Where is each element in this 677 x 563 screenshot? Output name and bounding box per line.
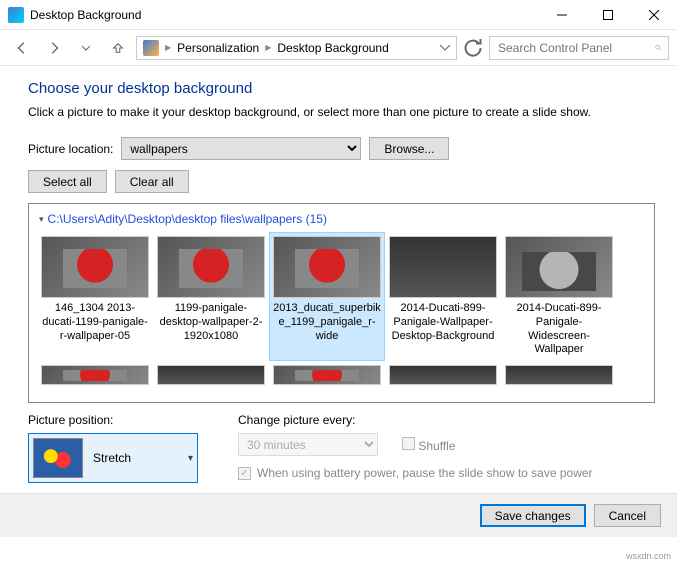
position-value: Stretch (93, 451, 178, 465)
breadcrumb-desktop-background[interactable]: Desktop Background (273, 37, 392, 59)
minimize-button[interactable] (539, 0, 585, 30)
thumbnail-image (273, 236, 381, 298)
footer: Save changes Cancel (0, 493, 677, 537)
battery-checkbox: ✓ (238, 467, 251, 480)
thumbnail-caption: 2013_ducati_superbike_1199_panigale_r-wi… (273, 302, 381, 343)
forward-button[interactable] (40, 35, 68, 61)
thumbnail-image (41, 236, 149, 298)
maximize-button[interactable] (585, 0, 631, 30)
chevron-right-icon: ▶ (263, 43, 273, 52)
wallpaper-thumb[interactable] (501, 361, 617, 393)
select-all-button[interactable]: Select all (28, 170, 107, 193)
page-subtitle: Click a picture to make it your desktop … (28, 105, 655, 119)
position-preview-icon (33, 438, 83, 478)
thumbnail-image (157, 236, 265, 298)
wallpaper-thumb[interactable] (385, 361, 501, 393)
page-title: Choose your desktop background (28, 80, 655, 97)
wallpaper-thumb[interactable]: 2014-Ducati-899-Panigale-Widescreen-Wall… (501, 232, 617, 361)
thumbnail-image (157, 365, 265, 385)
address-bar[interactable]: ▶ Personalization ▶ Desktop Background (136, 36, 457, 60)
save-changes-button[interactable]: Save changes (480, 504, 586, 527)
thumbnail-image (389, 236, 497, 298)
picture-location-label: Picture location: (28, 142, 113, 156)
location-icon (143, 40, 159, 56)
wallpaper-thumb-selected[interactable]: ✓ 2013_ducati_superbike_1199_panigale_r-… (269, 232, 385, 361)
thumbnail-caption: 2014-Ducati-899-Panigale-Widescreen-Wall… (505, 302, 613, 357)
content: Choose your desktop background Click a p… (0, 66, 677, 493)
thumbnail-image (389, 365, 497, 385)
picture-position-label: Picture position: (28, 413, 198, 427)
picture-location-select[interactable]: wallpapers (121, 137, 361, 160)
breadcrumb-personalization[interactable]: Personalization (173, 37, 263, 59)
change-every-select: 30 minutes (238, 433, 378, 456)
wallpaper-panel: ▾ C:\Users\Adity\Desktop\desktop files\w… (28, 203, 655, 403)
shuffle-label: Shuffle (418, 439, 455, 453)
shuffle-checkbox (402, 437, 415, 450)
wallpaper-scroll[interactable]: ▾ C:\Users\Adity\Desktop\desktop files\w… (29, 204, 654, 402)
folder-path: C:\Users\Adity\Desktop\desktop files\wal… (48, 212, 327, 226)
battery-label: When using battery power, pause the slid… (257, 466, 593, 480)
wallpaper-thumb[interactable]: 2014-Ducati-899-Panigale-Wallpaper-Deskt… (385, 232, 501, 361)
browse-button[interactable]: Browse... (369, 137, 449, 160)
thumbnail-image (505, 365, 613, 385)
window-title: Desktop Background (30, 8, 539, 22)
chevron-down-icon: ▾ (188, 453, 193, 464)
chevron-down-icon: ▾ (39, 214, 44, 225)
navbar: ▶ Personalization ▶ Desktop Background (0, 30, 677, 66)
thumbnail-caption: 146_1304 2013-ducati-1199-panigale-r-wal… (41, 302, 149, 343)
thumbnail-caption: 1199-panigale-desktop-wallpaper-2-1920x1… (157, 302, 265, 343)
app-icon (8, 7, 24, 23)
thumbnail-image (273, 365, 381, 385)
titlebar: Desktop Background (0, 0, 677, 30)
clear-all-button[interactable]: Clear all (115, 170, 189, 193)
thumbnail-image (41, 365, 149, 385)
picture-position-select[interactable]: Stretch ▾ (28, 433, 198, 483)
chevron-down-icon[interactable] (440, 43, 450, 53)
thumbnail-caption: 2014-Ducati-899-Panigale-Wallpaper-Deskt… (389, 302, 497, 343)
search-icon (655, 42, 662, 54)
wallpaper-thumb[interactable] (153, 361, 269, 393)
close-button[interactable] (631, 0, 677, 30)
up-button[interactable] (104, 35, 132, 61)
search-input[interactable] (496, 40, 655, 56)
recent-button[interactable] (72, 35, 100, 61)
back-button[interactable] (8, 35, 36, 61)
thumbnail-image (505, 236, 613, 298)
watermark: wsxdn.com (626, 551, 671, 561)
wallpaper-thumb[interactable]: 1199-panigale-desktop-wallpaper-2-1920x1… (153, 232, 269, 361)
chevron-right-icon: ▶ (163, 43, 173, 52)
search-box[interactable] (489, 36, 669, 60)
change-every-label: Change picture every: (238, 413, 593, 427)
wallpaper-thumb[interactable]: 146_1304 2013-ducati-1199-panigale-r-wal… (37, 232, 153, 361)
wallpaper-thumb[interactable] (269, 361, 385, 393)
cancel-button[interactable]: Cancel (594, 504, 661, 527)
folder-header[interactable]: ▾ C:\Users\Adity\Desktop\desktop files\w… (37, 210, 646, 232)
wallpaper-thumb[interactable] (37, 361, 153, 393)
refresh-button[interactable] (461, 36, 485, 60)
